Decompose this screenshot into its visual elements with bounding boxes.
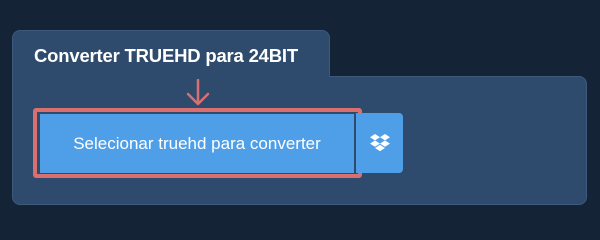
arrow-down-icon (186, 79, 210, 106)
dropbox-button[interactable] (356, 113, 403, 173)
select-file-button[interactable]: Selecionar truehd para converter (40, 114, 354, 173)
dropbox-icon (369, 134, 390, 152)
converter-title: Converter TRUEHD para 24BIT (34, 45, 298, 66)
tab-panel-joint (13, 72, 329, 82)
